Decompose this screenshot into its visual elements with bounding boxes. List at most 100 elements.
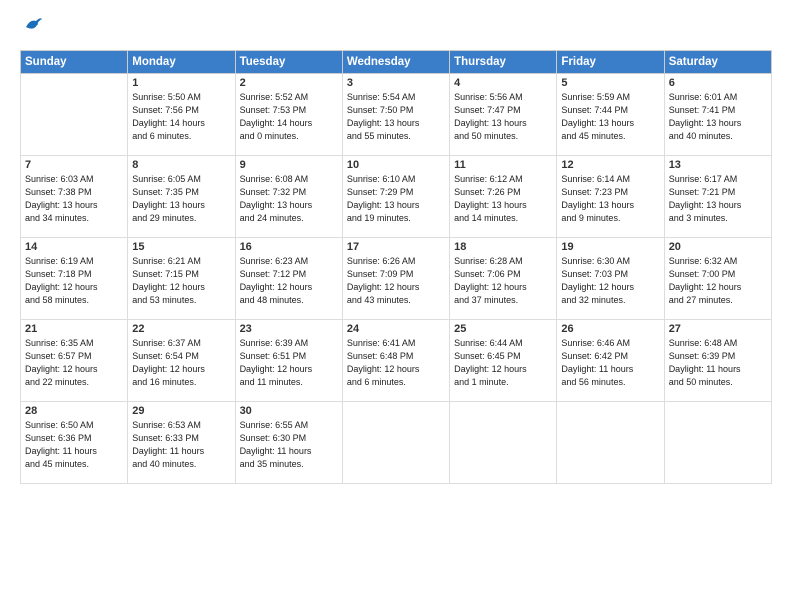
day-info: Sunrise: 6:21 AM Sunset: 7:15 PM Dayligh… [132, 255, 230, 307]
day-info: Sunrise: 6:26 AM Sunset: 7:09 PM Dayligh… [347, 255, 445, 307]
day-number: 16 [240, 241, 338, 253]
day-info: Sunrise: 6:41 AM Sunset: 6:48 PM Dayligh… [347, 337, 445, 389]
day-cell [21, 74, 128, 156]
logo-bird-icon [22, 13, 44, 35]
day-cell: 13 Sunrise: 6:17 AM Sunset: 7:21 PM Dayli… [664, 156, 771, 238]
day-number: 21 [25, 323, 123, 335]
calendar-table: SundayMondayTuesdayWednesdayThursdayFrid… [20, 50, 772, 484]
week-row-2: 7Sunrise: 6:03 AM Sunset: 7:38 PM Daylig… [21, 156, 772, 238]
day-info: Sunrise: 6:08 AM Sunset: 7:32 PM Dayligh… [240, 173, 338, 225]
day-cell: 22Sunrise: 6:37 AM Sunset: 6:54 PM Dayli… [128, 320, 235, 402]
day-cell: 18 Sunrise: 6:28 AM Sunset: 7:06 PM Dayli… [450, 238, 557, 320]
day-cell: 25 Sunrise: 6:44 AM Sunset: 6:45 PM Dayli… [450, 320, 557, 402]
day-number: 8 [132, 159, 230, 171]
day-number: 20 [669, 241, 767, 253]
day-cell: 17 Sunrise: 6:26 AM Sunset: 7:09 PM Dayli… [342, 238, 449, 320]
day-cell: 29 Sunrise: 6:53 AM Sunset: 6:33 PM Dayli… [128, 402, 235, 484]
day-cell [342, 402, 449, 484]
day-cell: 8 Sunrise: 6:05 AM Sunset: 7:35 PM Daylig… [128, 156, 235, 238]
day-number: 24 [347, 323, 445, 335]
day-cell: 1 Sunrise: 5:50 AM Sunset: 7:56 PM Daylig… [128, 74, 235, 156]
day-number: 19 [561, 241, 659, 253]
day-cell [557, 402, 664, 484]
day-number: 13 [669, 159, 767, 171]
day-cell: 26 Sunrise: 6:46 AM Sunset: 6:42 PM Dayli… [557, 320, 664, 402]
day-number: 27 [669, 323, 767, 335]
day-info: Sunrise: 6:19 AM Sunset: 7:18 PM Dayligh… [25, 255, 123, 307]
day-cell: 21 Sunrise: 6:35 AM Sunset: 6:57 PM Dayli… [21, 320, 128, 402]
day-number: 23 [240, 323, 338, 335]
header-row: SundayMondayTuesdayWednesdayThursdayFrid… [21, 51, 772, 74]
day-info: Sunrise: 6:35 AM Sunset: 6:57 PM Dayligh… [25, 337, 123, 389]
day-cell: 9 Sunrise: 6:08 AM Sunset: 7:32 PM Daylig… [235, 156, 342, 238]
day-info: Sunrise: 6:46 AM Sunset: 6:42 PM Dayligh… [561, 337, 659, 389]
day-info: Sunrise: 6:14 AM Sunset: 7:23 PM Dayligh… [561, 173, 659, 225]
day-info: Sunrise: 5:59 AM Sunset: 7:44 PM Dayligh… [561, 91, 659, 143]
day-number: 25 [454, 323, 552, 335]
day-info: Sunrise: 6:01 AM Sunset: 7:41 PM Dayligh… [669, 91, 767, 143]
day-cell [664, 402, 771, 484]
day-info: Sunrise: 5:50 AM Sunset: 7:56 PM Dayligh… [132, 91, 230, 143]
day-cell: 30 Sunrise: 6:55 AM Sunset: 6:30 PM Dayli… [235, 402, 342, 484]
day-cell: 2 Sunrise: 5:52 AM Sunset: 7:53 PM Daylig… [235, 74, 342, 156]
day-cell: 28 Sunrise: 6:50 AM Sunset: 6:36 PM Dayli… [21, 402, 128, 484]
day-info: Sunrise: 6:17 AM Sunset: 7:21 PM Dayligh… [669, 173, 767, 225]
day-info: Sunrise: 6:30 AM Sunset: 7:03 PM Dayligh… [561, 255, 659, 307]
day-cell [450, 402, 557, 484]
day-info: Sunrise: 6:12 AM Sunset: 7:26 PM Dayligh… [454, 173, 552, 225]
day-number: 4 [454, 77, 552, 89]
day-number: 18 [454, 241, 552, 253]
day-info: Sunrise: 6:23 AM Sunset: 7:12 PM Dayligh… [240, 255, 338, 307]
day-number: 28 [25, 405, 123, 417]
logo [20, 22, 44, 40]
day-number: 29 [132, 405, 230, 417]
day-info: Sunrise: 6:10 AM Sunset: 7:29 PM Dayligh… [347, 173, 445, 225]
day-info: Sunrise: 6:55 AM Sunset: 6:30 PM Dayligh… [240, 419, 338, 471]
day-number: 30 [240, 405, 338, 417]
day-cell: 23 Sunrise: 6:39 AM Sunset: 6:51 PM Dayli… [235, 320, 342, 402]
day-cell: 19 Sunrise: 6:30 AM Sunset: 7:03 PM Dayli… [557, 238, 664, 320]
day-number: 17 [347, 241, 445, 253]
day-cell: 12 Sunrise: 6:14 AM Sunset: 7:23 PM Dayli… [557, 156, 664, 238]
day-cell: 16 Sunrise: 6:23 AM Sunset: 7:12 PM Dayli… [235, 238, 342, 320]
day-cell: 14Sunrise: 6:19 AM Sunset: 7:18 PM Dayli… [21, 238, 128, 320]
week-row-4: 21 Sunrise: 6:35 AM Sunset: 6:57 PM Dayli… [21, 320, 772, 402]
day-number: 1 [132, 77, 230, 89]
day-info: Sunrise: 6:39 AM Sunset: 6:51 PM Dayligh… [240, 337, 338, 389]
day-cell: 27 Sunrise: 6:48 AM Sunset: 6:39 PM Dayli… [664, 320, 771, 402]
day-cell: 20 Sunrise: 6:32 AM Sunset: 7:00 PM Dayli… [664, 238, 771, 320]
day-info: Sunrise: 6:05 AM Sunset: 7:35 PM Dayligh… [132, 173, 230, 225]
day-number: 6 [669, 77, 767, 89]
logo-general [20, 22, 44, 40]
day-cell: 4 Sunrise: 5:56 AM Sunset: 7:47 PM Daylig… [450, 74, 557, 156]
col-header-wednesday: Wednesday [342, 51, 449, 74]
day-cell: 6 Sunrise: 6:01 AM Sunset: 7:41 PM Daylig… [664, 74, 771, 156]
day-cell: 10Sunrise: 6:10 AM Sunset: 7:29 PM Dayli… [342, 156, 449, 238]
day-info: Sunrise: 5:52 AM Sunset: 7:53 PM Dayligh… [240, 91, 338, 143]
day-info: Sunrise: 6:37 AM Sunset: 6:54 PM Dayligh… [132, 337, 230, 389]
col-header-thursday: Thursday [450, 51, 557, 74]
day-cell: 7Sunrise: 6:03 AM Sunset: 7:38 PM Daylig… [21, 156, 128, 238]
col-header-monday: Monday [128, 51, 235, 74]
day-info: Sunrise: 6:53 AM Sunset: 6:33 PM Dayligh… [132, 419, 230, 471]
day-number: 26 [561, 323, 659, 335]
day-cell: 11 Sunrise: 6:12 AM Sunset: 7:26 PM Dayli… [450, 156, 557, 238]
day-number: 11 [454, 159, 552, 171]
day-info: Sunrise: 6:32 AM Sunset: 7:00 PM Dayligh… [669, 255, 767, 307]
day-number: 9 [240, 159, 338, 171]
day-info: Sunrise: 6:48 AM Sunset: 6:39 PM Dayligh… [669, 337, 767, 389]
day-info: Sunrise: 6:03 AM Sunset: 7:38 PM Dayligh… [25, 173, 123, 225]
day-cell: 3Sunrise: 5:54 AM Sunset: 7:50 PM Daylig… [342, 74, 449, 156]
day-info: Sunrise: 5:56 AM Sunset: 7:47 PM Dayligh… [454, 91, 552, 143]
day-info: Sunrise: 6:28 AM Sunset: 7:06 PM Dayligh… [454, 255, 552, 307]
day-number: 3 [347, 77, 445, 89]
day-number: 2 [240, 77, 338, 89]
week-row-5: 28 Sunrise: 6:50 AM Sunset: 6:36 PM Dayli… [21, 402, 772, 484]
day-number: 12 [561, 159, 659, 171]
day-number: 15 [132, 241, 230, 253]
day-number: 5 [561, 77, 659, 89]
col-header-saturday: Saturday [664, 51, 771, 74]
col-header-sunday: Sunday [21, 51, 128, 74]
day-info: Sunrise: 6:50 AM Sunset: 6:36 PM Dayligh… [25, 419, 123, 471]
day-info: Sunrise: 6:44 AM Sunset: 6:45 PM Dayligh… [454, 337, 552, 389]
